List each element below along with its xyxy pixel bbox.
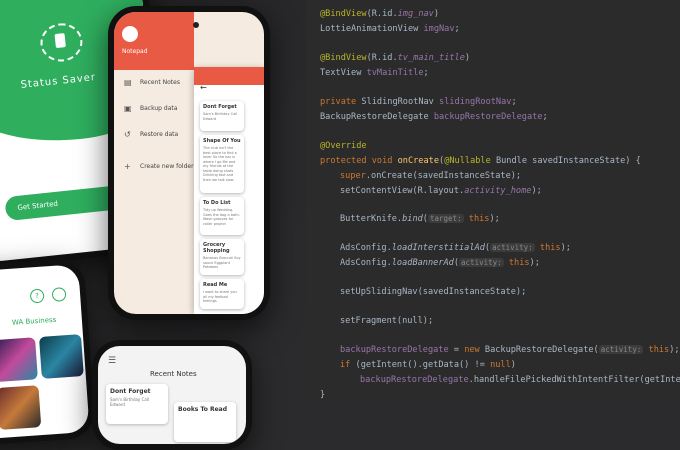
code-line: @Override [320,141,367,151]
note-title: Dont Forget [110,388,151,395]
menu-item-label: Restore data [140,131,179,138]
note-card[interactable]: To Do List Tidy up Wedding. Goes the dog … [200,197,244,235]
note-body: The club isn't the best place to find a … [203,146,237,182]
notepad-screen: Notepad ▤ Recent Notes ▣ Backup data ↺ Rest… [114,12,264,314]
code-line: backupRestoreDelegate = new BackupRestor… [340,345,680,355]
note-body: Sam's Birthday Call Edward [203,112,238,121]
note-title: Grocery Shopping [203,242,230,254]
notepad-drawer-menu: ▤ Recent Notes ▣ Backup data ↺ Restore data… [114,70,194,180]
wa-screen: ? WA Business [0,264,90,440]
whatsapp-icon[interactable] [51,287,67,302]
note-card[interactable]: Books To Read [174,402,236,442]
param-hint: activity: [459,258,504,267]
code-line: ButterKnife.bind(target: this); [340,214,500,224]
notepad-header: Notepad [114,12,194,70]
code-line: TextView tvMainTitle; [320,68,429,78]
note-card[interactable]: Shape Of You The club isn't the best plac… [200,135,244,193]
note-title: Shape Of You [203,138,241,144]
code-line: } [320,390,326,400]
code-line: AdsConfig.loadBannerAd(activity: this); [340,258,540,268]
get-started-label: Get Started [17,199,59,212]
wa-title: WA Business [11,315,57,327]
status-thumbnail[interactable] [0,385,42,430]
code-line: private SlidingRootNav slidingRootNav; [320,97,517,107]
camera-icon [193,22,199,28]
menu-item-label: Recent Notes [140,79,180,86]
note-body: I want to share you all my feelbad feeli… [203,290,237,303]
restore-icon: ↺ [124,130,131,139]
notes-icon: ▤ [124,78,132,87]
help-icon[interactable]: ? [29,288,45,304]
phone-recent-notes: ☰ Recent Notes Dont Forget Sam's Birthday… [92,340,252,450]
code-line: protected void onCreate(@Nullable Bundle… [320,156,641,166]
note-title: To Do List [203,200,231,206]
note-title: Read Me [203,282,228,288]
note-title: Books To Read [178,406,228,413]
note-card[interactable]: Read Me I want to share you all my feelba… [200,279,244,309]
phone-notepad: Notepad ▤ Recent Notes ▣ Backup data ↺ Rest… [108,6,270,320]
code-line: if (getIntent().getData() != null) [340,360,516,370]
note-card[interactable]: Dont Forget Sam's Birthday Call Edward [106,384,168,424]
param-hint: target: [427,214,464,223]
code-line: @BindView(R.id.tv_main_title) [320,53,471,63]
backup-icon: ▣ [124,104,132,113]
phone-wa-business: ? WA Business [0,257,97,447]
code-line: LottieAnimationView imgNav; [320,24,460,34]
code-line: setUpSlidingNav(savedInstanceState); [340,287,527,297]
menu-icon[interactable]: ☰ [108,356,116,366]
download-icon [38,21,85,64]
code-line: BackupRestoreDelegate backupRestoreDeleg… [320,112,548,122]
notepad-app-name: Notepad [122,48,148,55]
menu-item-recent-notes[interactable]: ▤ Recent Notes [114,70,194,96]
code-line: super.onCreate(savedInstanceState); [340,171,522,181]
status-saver-title: Status Saver [20,72,97,91]
recent-notes-title: Recent Notes [150,370,197,378]
note-body: Tidy up Wedding. Goes the dog a bath. Wa… [203,208,240,226]
note-body: Sam's Birthday Call Edward [110,397,150,407]
param-hint: activity: [598,345,644,354]
note-title: Dont Forget [203,104,237,110]
notes-panel: ← Dont Forget Sam's Birthday Call Edward … [194,67,264,314]
plus-icon: + [124,162,131,171]
note-body: Bananas Broccoli Soy sauce Eggplant Pota… [203,256,241,269]
recent-notes-screen: ☰ Recent Notes Dont Forget Sam's Birthday… [98,346,246,444]
code-line: setFragment(null); [340,316,434,326]
menu-item-label: Backup data [140,105,178,112]
menu-item-backup-data[interactable]: ▣ Backup data [114,96,194,122]
note-card[interactable]: Grocery Shopping Bananas Broccoli Soy sau… [200,239,244,275]
status-thumbnail[interactable] [38,334,84,379]
back-arrow-icon[interactable]: ← [200,83,207,92]
code-line: setContentView(R.layout.activity_home); [340,186,542,196]
status-thumbnail[interactable] [0,337,38,383]
notepad-logo-icon [122,26,138,42]
code-line: @BindView(R.id.img_nav) [320,9,440,19]
code-editor[interactable]: @BindView(R.id.img_nav) LottieAnimationV… [306,0,680,409]
code-line: AdsConfig.loadInterstitialAd(activity: t… [340,243,571,253]
note-card[interactable]: Dont Forget Sam's Birthday Call Edward [200,101,244,131]
menu-item-create-folder[interactable]: + Create new folder [114,154,194,180]
param-hint: activity: [490,243,535,252]
menu-item-label: Create new folder [140,163,194,170]
code-line: backupRestoreDelegate.handleFilePickedWi… [360,375,680,385]
menu-item-restore-data[interactable]: ↺ Restore data [114,122,194,148]
